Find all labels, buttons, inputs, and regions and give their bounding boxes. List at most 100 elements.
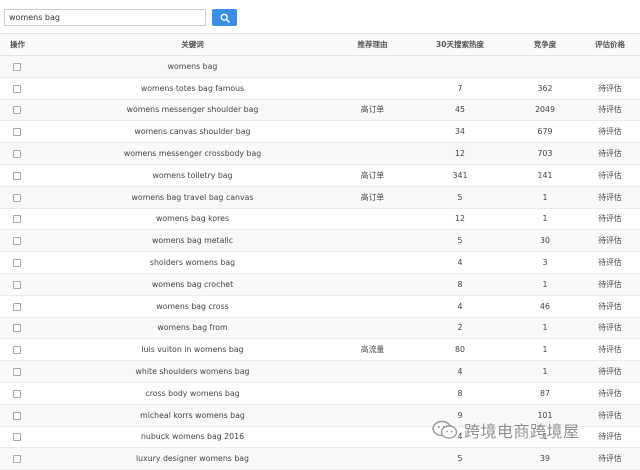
header-keyword[interactable]: 关键词 <box>50 33 335 56</box>
cell-heat: 4 <box>410 295 510 318</box>
row-select-cell <box>0 120 50 144</box>
cell-price: 待评估 <box>580 120 640 144</box>
table-row: womens canvas shoulder bag 34 679 待评估 <box>0 120 640 144</box>
table-row: cross body womens bag 8 87 待评估 <box>0 382 640 405</box>
cell-reason <box>335 404 410 427</box>
cell-competition: 1 <box>510 273 580 296</box>
row-checkbox[interactable] <box>13 62 21 71</box>
cell-heat: 5 <box>410 186 510 209</box>
wechat-bubble-icon <box>432 420 458 439</box>
cell-keyword: womens messenger crossbody bag <box>50 142 335 165</box>
cell-keyword: womens totes bag famous <box>50 77 335 100</box>
cell-heat: 5 <box>410 447 510 470</box>
cell-price: 待评估 <box>580 338 640 362</box>
cell-competition: 141 <box>510 164 580 187</box>
table-header-row: 操作 关键词 推荐理由 30天搜索热度 竞争度 评估价格 <box>0 33 640 56</box>
table-row: luis vuiton in womens bag 高流量 80 1 待评估 <box>0 338 640 362</box>
cell-keyword: white shoulders womens bag <box>50 360 335 383</box>
cell-keyword: womens canvas shoulder bag <box>50 120 335 144</box>
row-checkbox[interactable] <box>13 280 21 289</box>
cell-heat: 4 <box>410 360 510 383</box>
row-checkbox[interactable] <box>13 215 21 224</box>
row-checkbox[interactable] <box>13 259 21 268</box>
cell-reason <box>335 208 410 231</box>
cell-heat: 341 <box>410 164 510 187</box>
header-heat[interactable]: 30天搜索热度 <box>410 33 510 56</box>
cell-keyword: womens messenger shoulder bag <box>50 99 335 122</box>
row-checkbox[interactable] <box>13 368 21 377</box>
row-checkbox[interactable] <box>13 346 21 355</box>
row-select-cell <box>0 55 50 78</box>
row-select-cell <box>0 360 50 383</box>
cell-price: 待评估 <box>580 229 640 253</box>
cell-reason: 高流量 <box>335 338 410 362</box>
row-checkbox[interactable] <box>13 411 21 420</box>
row-checkbox[interactable] <box>13 389 21 398</box>
cell-heat: 12 <box>410 208 510 231</box>
cell-price: 待评估 <box>580 99 640 122</box>
cell-reason <box>335 120 410 144</box>
cell-reason: 高订单 <box>335 164 410 187</box>
cell-heat: 8 <box>410 273 510 296</box>
row-checkbox[interactable] <box>13 171 21 180</box>
cell-keyword: luxury designer womens bag <box>50 447 335 470</box>
cell-reason <box>335 251 410 274</box>
cell-price: 待评估 <box>580 164 640 187</box>
watermark: 跨境电商跨境屋 <box>432 418 580 442</box>
cell-competition: 679 <box>510 120 580 144</box>
row-select-cell <box>0 382 50 405</box>
cell-heat: 2 <box>410 317 510 340</box>
cell-heat <box>410 55 510 78</box>
cell-heat: 80 <box>410 338 510 362</box>
cell-competition: 46 <box>510 295 580 318</box>
header-price[interactable]: 评估价格 <box>580 33 640 56</box>
cell-competition: 39 <box>510 447 580 470</box>
search-button[interactable] <box>212 9 237 26</box>
row-select-cell <box>0 186 50 209</box>
cell-heat: 5 <box>410 229 510 253</box>
cell-keyword: womens bag <box>50 55 335 78</box>
cell-reason <box>335 142 410 165</box>
row-checkbox[interactable] <box>13 106 21 115</box>
cell-keyword: luis vuiton in womens bag <box>50 338 335 362</box>
search-input[interactable] <box>4 9 206 26</box>
search-icon <box>220 13 230 23</box>
table-row: womens toiletry bag 高订单 341 141 待评估 <box>0 164 640 187</box>
header-reason[interactable]: 推荐理由 <box>335 33 410 56</box>
row-checkbox[interactable] <box>13 237 21 246</box>
watermark-text: 跨境电商跨境屋 <box>464 422 580 441</box>
row-select-cell <box>0 99 50 122</box>
cell-price: 待评估 <box>580 404 640 427</box>
cell-heat: 8 <box>410 382 510 405</box>
table-row: white shoulders womens bag 4 1 待评估 <box>0 360 640 383</box>
cell-keyword: womens toiletry bag <box>50 164 335 187</box>
cell-competition: 87 <box>510 382 580 405</box>
row-select-cell <box>0 229 50 253</box>
row-checkbox[interactable] <box>13 433 21 442</box>
cell-price: 待评估 <box>580 317 640 340</box>
keyword-table: 操作 关键词 推荐理由 30天搜索热度 竞争度 评估价格 womens bag w… <box>0 33 640 470</box>
row-select-cell <box>0 295 50 318</box>
cell-price: 待评估 <box>580 426 640 449</box>
row-checkbox[interactable] <box>13 193 21 202</box>
table-row: womens bag from 2 1 待评估 <box>0 317 640 340</box>
table-row: womens bag <box>0 55 640 78</box>
row-checkbox[interactable] <box>13 84 21 93</box>
cell-reason <box>335 229 410 253</box>
header-competition[interactable]: 竞争度 <box>510 33 580 56</box>
cell-price: 待评估 <box>580 186 640 209</box>
cell-reason <box>335 382 410 405</box>
row-checkbox[interactable] <box>13 302 21 311</box>
row-select-cell <box>0 273 50 296</box>
table-row: womens messenger shoulder bag 高订单 45 2049 待评… <box>0 99 640 122</box>
cell-price: 待评估 <box>580 447 640 470</box>
row-checkbox[interactable] <box>13 150 21 159</box>
row-checkbox[interactable] <box>13 455 21 464</box>
cell-competition: 1 <box>510 208 580 231</box>
row-checkbox[interactable] <box>13 324 21 333</box>
table-row: luxury designer womens bag 5 39 待评估 <box>0 447 640 470</box>
cell-competition: 1 <box>510 360 580 383</box>
cell-competition: 2049 <box>510 99 580 122</box>
row-select-cell <box>0 77 50 100</box>
row-checkbox[interactable] <box>13 128 21 137</box>
